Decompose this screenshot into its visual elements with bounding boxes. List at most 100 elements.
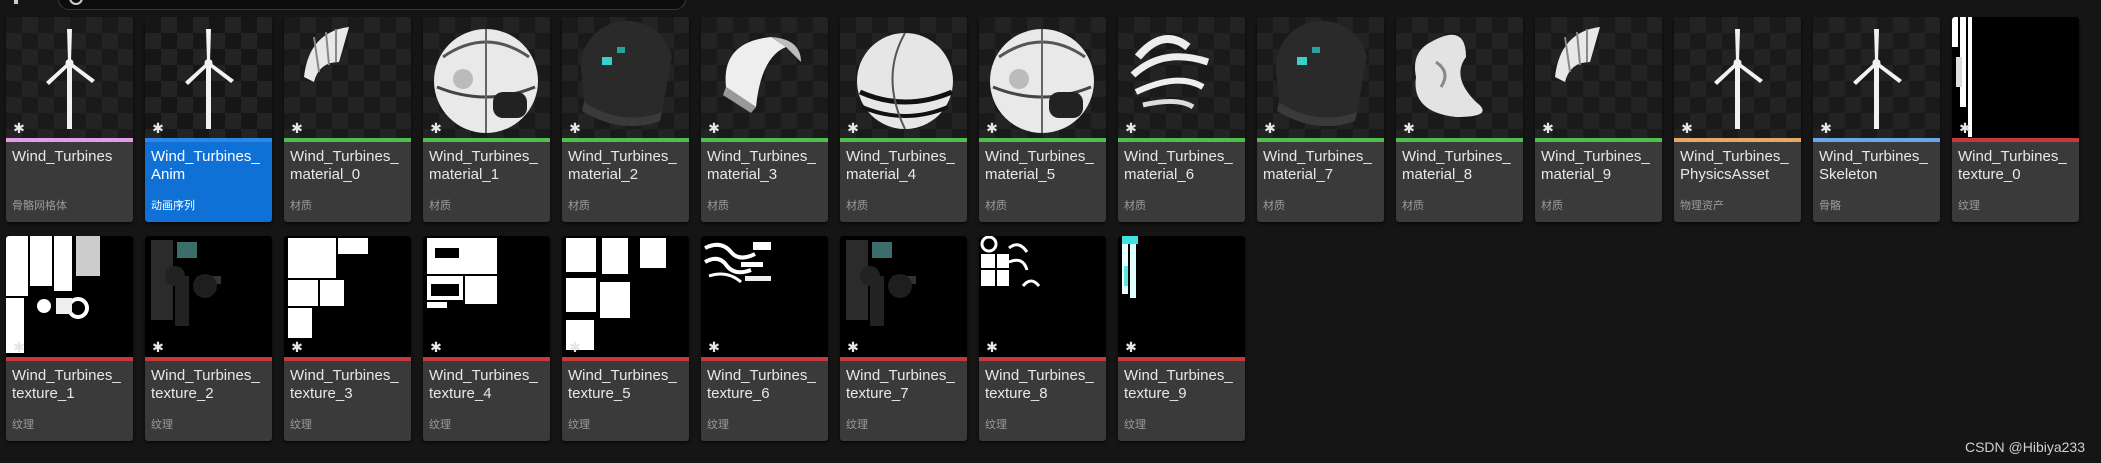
asset-tile[interactable]: ✱ Wind_Turbines_ material_5 材质 (979, 17, 1106, 222)
asterisk-icon: ✱ (1681, 120, 1693, 136)
asset-tile[interactable]: ✱ Wind_Turbines_ material_1 材质 (423, 17, 550, 222)
asterisk-icon: ✱ (1542, 120, 1554, 136)
asterisk-icon: ✱ (1820, 120, 1832, 136)
asterisk-icon: ✱ (986, 120, 998, 136)
asset-type-label: 材质 (429, 200, 451, 212)
asterisk-icon: ✱ (569, 339, 581, 355)
asset-tile[interactable]: ✱ Wind_Turbines_ material_8 材质 (1396, 17, 1523, 222)
asset-tile[interactable]: ✱ Wind_Turbines_ material_4 材质 (840, 17, 967, 222)
asset-type-label: 纹理 (568, 419, 590, 431)
asset-type-color-bar (1674, 138, 1801, 142)
turbine-icon (1674, 17, 1801, 138)
asset-name: Wind_Turbines_ texture_7 (846, 367, 955, 402)
asset-type-color-bar (284, 138, 411, 142)
asset-type-label: 纹理 (707, 419, 729, 431)
asset-tile[interactable]: ✱ Wind_Turbines_ material_2 材质 (562, 17, 689, 222)
asset-tile[interactable]: ✱ Wind_Turbines_ PhysicsAsset 物理资产 (1674, 17, 1801, 222)
asset-type-label: 纹理 (1124, 419, 1146, 431)
asset-type-label: 纹理 (846, 419, 868, 431)
asset-type-color-bar (1952, 138, 2079, 142)
asset-tile[interactable]: ✱ Wind_Turbines_ Anim 动画序列 (145, 17, 272, 222)
asset-type-label: 材质 (707, 200, 729, 212)
asterisk-icon: ✱ (708, 120, 720, 136)
texture-blocks-icon (423, 236, 550, 357)
asset-type-color-bar (6, 357, 133, 361)
asset-type-color-bar (562, 357, 689, 361)
asset-tile[interactable]: ✱ Wind_Turbines_ material_9 材质 (1535, 17, 1662, 222)
asset-type-color-bar (979, 138, 1106, 142)
material-dark-shell-icon (1257, 17, 1384, 138)
asset-type-label: 纹理 (429, 419, 451, 431)
asset-name: Wind_Turbines_ material_5 (985, 148, 1094, 183)
asterisk-icon: ✱ (1264, 120, 1276, 136)
turbine-icon (6, 17, 133, 138)
asset-name: Wind_Turbines_ texture_1 (12, 367, 121, 402)
asset-name: Wind_Turbines_ PhysicsAsset (1680, 148, 1789, 183)
asset-tile[interactable]: ✱ Wind_Turbines_ texture_8 纹理 (979, 236, 1106, 441)
asset-name: Wind_Turbines_ material_9 (1541, 148, 1650, 183)
asset-tile[interactable]: ✱ Wind_Turbines_ material_3 材质 (701, 17, 828, 222)
asset-type-color-bar (1118, 138, 1245, 142)
asset-type-color-bar (145, 357, 272, 361)
asset-type-label: 纹理 (290, 419, 312, 431)
asset-type-label: 材质 (568, 200, 590, 212)
asset-type-label: 材质 (1541, 200, 1563, 212)
asset-name: Wind_Turbines_ texture_8 (985, 367, 1094, 402)
asterisk-icon: ✱ (1403, 120, 1415, 136)
watermark: CSDN @Hibiya233 (1964, 439, 2085, 455)
asset-name: Wind_Turbines_ texture_0 (1958, 148, 2067, 183)
texture-dark-icon (840, 236, 967, 357)
asset-tile[interactable]: ✱ Wind_Turbines_ texture_1 纹理 (6, 236, 133, 441)
search-input[interactable] (58, 0, 686, 10)
asset-tile[interactable]: ✱ Wind_Turbines_ texture_6 纹理 (701, 236, 828, 441)
asset-tile[interactable]: ✱ Wind_Turbines_ texture_5 纹理 (562, 236, 689, 441)
asterisk-icon: ✱ (708, 339, 720, 355)
texture-dark-icon (145, 236, 272, 357)
material-fragment-icon (284, 17, 411, 138)
asset-type-label: 物理资产 (1680, 200, 1724, 212)
asset-name: Wind_Turbines_ material_7 (1263, 148, 1372, 183)
asset-type-label: 动画序列 (151, 200, 195, 212)
asset-type-label: 纹理 (985, 419, 1007, 431)
material-striped-sphere-icon (840, 17, 967, 138)
asterisk-icon: ✱ (152, 120, 164, 136)
asset-type-color-bar (145, 138, 272, 142)
material-striped-fragment-icon (1118, 17, 1245, 138)
asset-name: Wind_Turbines (12, 148, 113, 165)
asset-tile[interactable]: ✱ Wind_Turbines_ texture_7 纹理 (840, 236, 967, 441)
asset-name: Wind_Turbines_ material_8 (1402, 148, 1511, 183)
asset-name: Wind_Turbines_ Skeleton (1819, 148, 1928, 183)
asset-tile[interactable]: ✱ Wind_Turbines_ texture_0 纹理 (1952, 17, 2079, 222)
asset-name: Wind_Turbines_ material_6 (1124, 148, 1233, 183)
asset-type-label: 纹理 (151, 419, 173, 431)
back-icon[interactable] (14, 0, 18, 4)
asset-name: Wind_Turbines_ texture_6 (707, 367, 816, 402)
asset-type-color-bar (1535, 138, 1662, 142)
texture-blocks-icon (284, 236, 411, 357)
asset-type-label: 骨骼 (1819, 200, 1841, 212)
asset-type-label: 材质 (1263, 200, 1285, 212)
asset-type-label: 材质 (1402, 200, 1424, 212)
asset-type-label: 纹理 (12, 419, 34, 431)
asset-name: Wind_Turbines_ material_4 (846, 148, 955, 183)
texture-circles-icon (979, 236, 1106, 357)
asset-type-color-bar (1813, 138, 1940, 142)
asset-tile[interactable]: ✱ Wind_Turbines_ texture_2 纹理 (145, 236, 272, 441)
asset-tile[interactable]: ✱ Wind_Turbines_ texture_9 纹理 (1118, 236, 1245, 441)
material-shell-icon (701, 17, 828, 138)
asset-tile[interactable]: ✱ Wind_Turbines_ material_6 材质 (1118, 17, 1245, 222)
asset-name: Wind_Turbines_ texture_5 (568, 367, 677, 402)
asterisk-icon: ✱ (430, 120, 442, 136)
asset-tile[interactable]: ✱ Wind_Turbines_ texture_3 纹理 (284, 236, 411, 441)
asset-tile[interactable]: ✱ Wind_Turbines_ texture_4 纹理 (423, 236, 550, 441)
asset-type-label: 纹理 (1958, 200, 1980, 212)
asterisk-icon: ✱ (430, 339, 442, 355)
asset-tile[interactable]: ✱ Wind_Turbines 骨骼网格体 (6, 17, 133, 222)
asterisk-icon: ✱ (13, 120, 25, 136)
asset-tile[interactable]: ✱ Wind_Turbines_ material_7 材质 (1257, 17, 1384, 222)
asset-type-color-bar (1118, 357, 1245, 361)
asset-tile[interactable]: ✱ Wind_Turbines_ Skeleton 骨骼 (1813, 17, 1940, 222)
asset-type-color-bar (979, 357, 1106, 361)
asset-tile[interactable]: ✱ Wind_Turbines_ material_0 材质 (284, 17, 411, 222)
asset-name: Wind_Turbines_ Anim (151, 148, 260, 183)
